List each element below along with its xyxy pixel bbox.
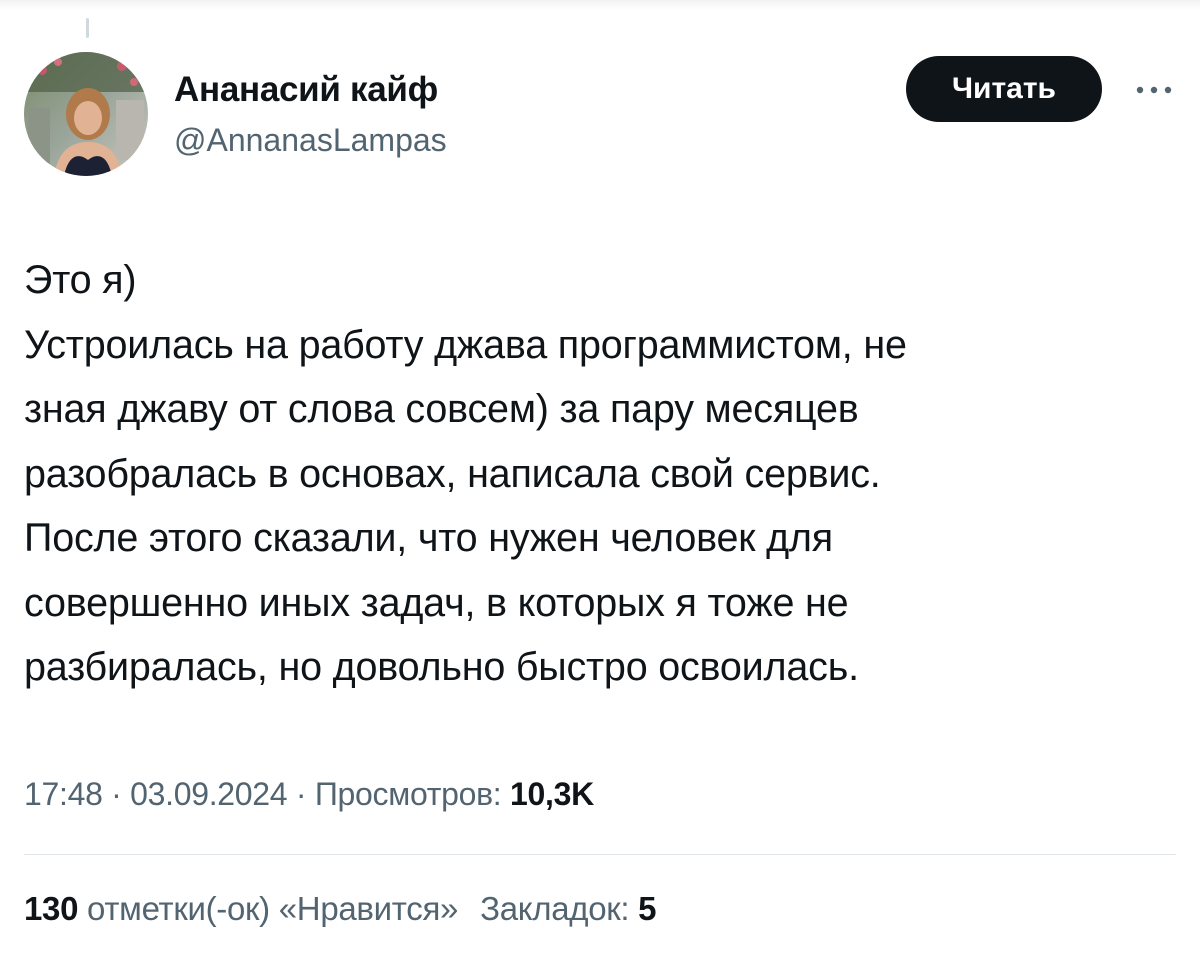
tweet-time[interactable]: 17:48 bbox=[24, 776, 103, 812]
tweet-stats: 130 отметки(-ок) «Нравится» Закладок: 5 bbox=[24, 890, 657, 928]
views-count: 10,3K bbox=[509, 776, 594, 812]
tweet-line: совершенно иных задач, в которых я тоже … bbox=[24, 580, 849, 625]
more-horizontal-icon bbox=[1136, 86, 1172, 94]
tweet-line: Устроилась на работу джава программистом… bbox=[24, 322, 907, 367]
likes-link[interactable]: 130 отметки(-ок) «Нравится» bbox=[24, 890, 458, 927]
tweet-line: зная джаву от слова совсем) за пару меся… bbox=[24, 387, 859, 431]
author-display-name[interactable]: Ананасий кайф bbox=[174, 70, 438, 110]
author-handle[interactable]: @AnnanasLampas bbox=[174, 122, 447, 159]
more-options-button[interactable] bbox=[1124, 70, 1184, 110]
likes-count: 130 bbox=[24, 890, 79, 927]
tweet-line: После этого сказали, что нужен человек д… bbox=[24, 516, 833, 560]
top-edge bbox=[0, 0, 1200, 10]
bookmarks-count: 5 bbox=[638, 890, 657, 927]
tweet-meta: 17:48 · 03.09.2024 · Просмотров: 10,3K bbox=[24, 776, 594, 813]
views-label: Просмотров: bbox=[314, 776, 510, 812]
avatar[interactable] bbox=[24, 52, 148, 176]
avatar-photo bbox=[24, 52, 148, 176]
divider bbox=[24, 854, 1176, 855]
tweet-date[interactable]: 03.09.2024 bbox=[130, 776, 287, 812]
follow-button[interactable]: Читать bbox=[906, 56, 1102, 122]
tweet-line: Это я) bbox=[24, 258, 137, 302]
thread-connector-line bbox=[86, 18, 89, 38]
tweet-line: разобралась в основах, написала свой сер… bbox=[24, 451, 881, 496]
tweet-line: разбиралась, но довольно быстро освоилас… bbox=[24, 645, 859, 689]
likes-label: отметки(-ок) «Нравится» bbox=[78, 890, 459, 927]
bookmarks-label: Закладок: bbox=[480, 890, 639, 927]
meta-separator: · bbox=[102, 776, 131, 812]
bookmarks-stat: Закладок: 5 bbox=[480, 890, 656, 927]
tweet-text: Это я) Устроилась на работу джава програ… bbox=[24, 248, 1184, 700]
meta-separator: · bbox=[287, 776, 315, 812]
